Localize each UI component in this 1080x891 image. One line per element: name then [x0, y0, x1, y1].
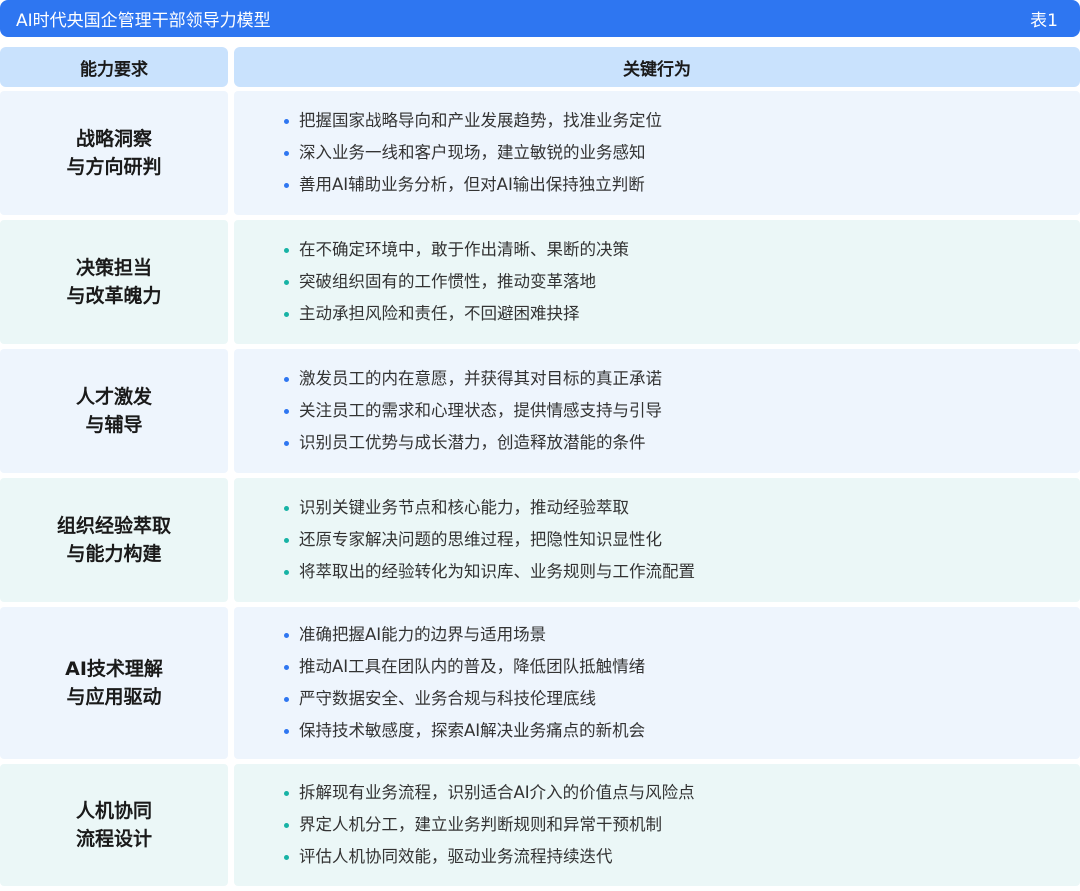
bullet-dot-icon [284, 728, 289, 734]
behavior-text: 保持技术敏感度，探索AI解决业务痛点的新机会 [299, 721, 646, 740]
bullet-dot-icon [284, 311, 289, 317]
bullet-dot-icon [284, 569, 289, 575]
behavior-text: 善用AI辅助业务分析，但对AI输出保持独立判断 [299, 175, 645, 194]
behaviors-cell: 准确把握AI能力的边界与适用场景推动AI工具在团队内的普及，降低团队抵触情绪 严守… [234, 607, 1080, 759]
bullet-dot-icon [284, 505, 289, 511]
behavior-item: 拆解现有业务流程，识别适合AI介入的价值点与风险点 [284, 777, 1080, 809]
bullet-dot-icon [284, 632, 289, 638]
table-row: 组织经验萃取 与能力构建 识别关键业务节点和核心能力，推动经验萃取还原专家解决问题… [0, 478, 1080, 602]
bullet-dot-icon [284, 664, 289, 670]
behavior-item: 激发员工的内在意愿，并获得其对目标的真正承诺 [284, 363, 1080, 395]
behavior-text: 深入业务一线和客户现场，建立敏锐的业务感知 [299, 143, 646, 162]
capability-label: 战略洞察 与方向研判 [66, 128, 162, 178]
table-row: 决策担当 与改革魄力 在不确定环境中，敢于作出清晰、果断的决策 突破组织固有的工作惯… [0, 220, 1080, 344]
capability-label: 组织经验萃取 与能力构建 [56, 515, 171, 565]
behavior-text: 还原专家解决问题的思维过程，把隐性知识显性化 [299, 530, 662, 549]
title-bar: AI时代央国企管理干部领导力模型 表1 [0, 0, 1080, 37]
behavior-item: 善用AI辅助业务分析，但对AI输出保持独立判断 [284, 169, 1080, 201]
behavior-text: 关注员工的需求和心理状态，提供情感支持与引导 [299, 401, 662, 420]
bullet-dot-icon [284, 854, 289, 860]
behavior-text: 识别关键业务节点和核心能力，推动经验萃取 [299, 498, 629, 517]
bullet-dot-icon [284, 440, 289, 446]
behavior-item: 突破组织固有的工作惯性，推动变革落地 [284, 266, 1080, 298]
table-body: 战略洞察 与方向研判 把握国家战略导向和产业发展趋势，找准业务定位 深入业务一线和客… [0, 91, 1080, 891]
behavior-text: 激发员工的内在意愿，并获得其对目标的真正承诺 [299, 369, 662, 388]
behavior-item: 准确把握AI能力的边界与适用场景 [284, 619, 1080, 651]
behaviors-cell: 拆解现有业务流程，识别适合AI介入的价值点与风险点 界定人机分工，建立业务判断规则… [234, 764, 1080, 886]
capability-cell: 组织经验萃取 与能力构建 [0, 478, 228, 602]
capability-cell: AI技术理解 与应用驱动 [0, 607, 228, 759]
behavior-item: 还原专家解决问题的思维过程，把隐性知识显性化 [284, 524, 1080, 556]
bullet-dot-icon [284, 822, 289, 828]
behavior-item: 把握国家战略导向和产业发展趋势，找准业务定位 [284, 105, 1080, 137]
behavior-text: 将萃取出的经验转化为知识库、业务规则与工作流配置 [299, 562, 695, 581]
behavior-text: 准确把握AI能力的边界与适用场景 [299, 625, 547, 644]
behavior-item: 将萃取出的经验转化为知识库、业务规则与工作流配置 [284, 556, 1080, 588]
table-row: 人才激发 与辅导 激发员工的内在意愿，并获得其对目标的真正承诺 关注员工的需求和心理… [0, 349, 1080, 473]
bullet-dot-icon [284, 408, 289, 414]
behavior-item: 界定人机分工，建立业务判断规则和异常干预机制 [284, 809, 1080, 841]
column-header-capability: 能力要求 [0, 47, 228, 87]
behavior-text: 严守数据安全、业务合规与科技伦理底线 [299, 689, 596, 708]
bullet-dot-icon [284, 537, 289, 543]
behaviors-cell: 激发员工的内在意愿，并获得其对目标的真正承诺 关注员工的需求和心理状态，提供情感支… [234, 349, 1080, 473]
behavior-text: 评估人机协同效能，驱动业务流程持续迭代 [299, 847, 613, 866]
behavior-item: 保持技术敏感度，探索AI解决业务痛点的新机会 [284, 715, 1080, 747]
behavior-item: 识别员工优势与成长潜力，创造释放潜能的条件 [284, 427, 1080, 459]
behavior-item: 关注员工的需求和心理状态，提供情感支持与引导 [284, 395, 1080, 427]
behavior-item: 评估人机协同效能，驱动业务流程持续迭代 [284, 841, 1080, 873]
bullet-dot-icon [284, 376, 289, 382]
behaviors-cell: 在不确定环境中，敢于作出清晰、果断的决策 突破组织固有的工作惯性，推动变革落地 主动… [234, 220, 1080, 344]
bullet-dot-icon [284, 182, 289, 188]
behavior-item: 识别关键业务节点和核心能力，推动经验萃取 [284, 492, 1080, 524]
bullet-dot-icon [284, 279, 289, 285]
behavior-item: 主动承担风险和责任，不回避困难抉择 [284, 298, 1080, 330]
table-header: 能力要求 关键行为 [0, 47, 1080, 87]
capability-cell: 战略洞察 与方向研判 [0, 91, 228, 215]
capability-cell: 决策担当 与改革魄力 [0, 220, 228, 344]
page-title: AI时代央国企管理干部领导力模型 [16, 11, 271, 31]
table-number: 表1 [1030, 11, 1058, 31]
behavior-text: 识别员工优势与成长潜力，创造释放潜能的条件 [299, 433, 646, 452]
behavior-item: 在不确定环境中，敢于作出清晰、果断的决策 [284, 234, 1080, 266]
capability-cell: 人才激发 与辅导 [0, 349, 228, 473]
behavior-text: 界定人机分工，建立业务判断规则和异常干预机制 [299, 815, 662, 834]
table-row: 人机协同 流程设计 拆解现有业务流程，识别适合AI介入的价值点与风险点 界定人机分工… [0, 764, 1080, 886]
behavior-text: 拆解现有业务流程，识别适合AI介入的价值点与风险点 [299, 783, 695, 802]
capability-label: 决策担当 与改革魄力 [66, 257, 162, 307]
bullet-dot-icon [284, 150, 289, 156]
capability-label: AI技术理解 与应用驱动 [65, 658, 163, 708]
table-row: AI技术理解 与应用驱动 准确把握AI能力的边界与适用场景推动AI工具在团队内的普… [0, 607, 1080, 759]
behavior-item: 深入业务一线和客户现场，建立敏锐的业务感知 [284, 137, 1080, 169]
behavior-text: 推动AI工具在团队内的普及，降低团队抵触情绪 [299, 657, 646, 676]
behavior-item: 推动AI工具在团队内的普及，降低团队抵触情绪 [284, 651, 1080, 683]
bullet-dot-icon [284, 118, 289, 124]
behavior-item: 严守数据安全、业务合规与科技伦理底线 [284, 683, 1080, 715]
capability-cell: 人机协同 流程设计 [0, 764, 228, 886]
behavior-text: 把握国家战略导向和产业发展趋势，找准业务定位 [299, 111, 662, 130]
behavior-text: 突破组织固有的工作惯性，推动变革落地 [299, 272, 596, 291]
capability-label: 人才激发 与辅导 [75, 386, 152, 436]
behavior-text: 在不确定环境中，敢于作出清晰、果断的决策 [299, 240, 629, 259]
capability-label: 人机协同 流程设计 [75, 800, 152, 850]
bullet-dot-icon [284, 247, 289, 253]
bullet-dot-icon [284, 696, 289, 702]
behavior-text: 主动承担风险和责任，不回避困难抉择 [299, 304, 580, 323]
behaviors-cell: 把握国家战略导向和产业发展趋势，找准业务定位 深入业务一线和客户现场，建立敏锐的业… [234, 91, 1080, 215]
bullet-dot-icon [284, 790, 289, 796]
behaviors-cell: 识别关键业务节点和核心能力，推动经验萃取还原专家解决问题的思维过程，把隐性知识显… [234, 478, 1080, 602]
table-row: 战略洞察 与方向研判 把握国家战略导向和产业发展趋势，找准业务定位 深入业务一线和客… [0, 91, 1080, 215]
column-header-behaviors: 关键行为 [234, 47, 1080, 87]
